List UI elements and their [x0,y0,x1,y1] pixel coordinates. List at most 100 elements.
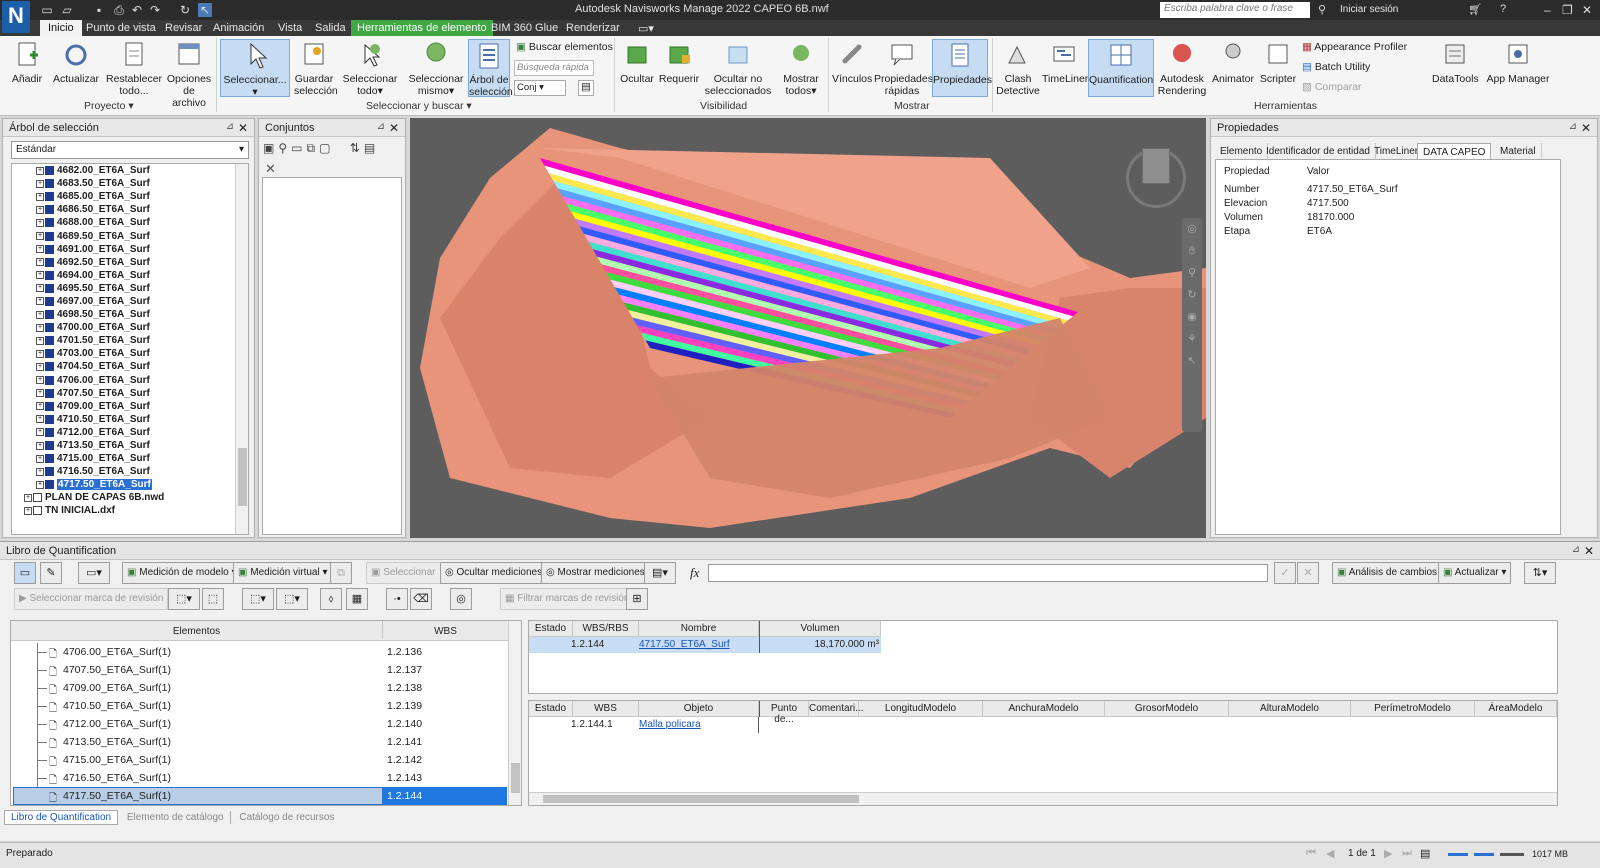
tree-item[interactable]: +4701.50_ET6A_Surf [36,334,248,347]
animator-button[interactable]: Animator [1210,39,1256,85]
expand-icon[interactable]: + [36,441,44,450]
pin-icon[interactable]: ⊿ [226,121,234,132]
show-takeoffs-button[interactable]: ◎ Mostrar mediciones [541,562,650,584]
clash-detective-button[interactable]: Clash Detective [996,39,1040,97]
signin-link[interactable]: Iniciar sesión [1340,4,1398,15]
viewport-3d[interactable]: ◎ ✋︎ ⚲ ↻ ◉ ⚘ ↖ [410,118,1206,538]
markup-settings-icon[interactable]: ⊞ [626,588,648,610]
refresh-button[interactable]: Actualizar [52,39,100,85]
tree-item[interactable]: +4688.00_ET6A_Surf [36,216,248,229]
select-all-button[interactable]: Seleccionar todo▾ [340,39,400,97]
copy-icon[interactable]: ⧉ [330,562,352,584]
next-page-icon[interactable]: ▶ [1384,847,1392,860]
viewcube[interactable] [1142,148,1170,184]
select-markup-button[interactable]: ▶ Seleccionar marca de revisión [14,588,169,610]
tree-item[interactable]: +4700.00_ET6A_Surf [36,321,248,334]
tree-item[interactable]: +4689.50_ET6A_Surf [36,229,248,242]
search-input[interactable]: Escriba palabra clave o frase [1160,2,1310,18]
select-arrow-icon[interactable]: ↖ [198,3,212,17]
expand-icon[interactable]: + [36,258,44,267]
summary-name[interactable]: 4717.50_ET6A_Surf [639,639,730,650]
tab-quantification-workbook[interactable]: Libro de Quantification [4,810,119,825]
folder-icon[interactable]: ▭ [291,141,306,155]
tree-item[interactable]: +4682.00_ET6A_Surf [36,164,248,177]
group-label-seleccionar[interactable]: Seleccionar y buscar ▾ [366,100,472,112]
settings-icon[interactable]: ✎ [40,562,62,584]
expand-icon[interactable]: + [36,362,44,371]
detail-hscrollbar[interactable] [529,792,1557,805]
detail-col-header[interactable]: Punto de... [759,701,809,725]
change-analysis-button[interactable]: ▣ Análisis de cambios ▾ [1332,562,1450,584]
last-page-icon[interactable]: ⏭ [1402,847,1412,860]
detail-col-header[interactable]: WBS [573,701,639,717]
print-icon[interactable]: ⎙ [112,3,126,17]
redo-icon[interactable]: ↷ [148,3,162,17]
file-options-button[interactable]: Opciones de archivo [166,39,212,109]
markup-poly-icon[interactable]: ⬚▾ [276,588,308,610]
app-manager-button[interactable]: App Manager [1486,39,1550,85]
detail-col-header[interactable]: AlturaModelo [1229,701,1351,717]
find-items-button[interactable]: ▣ Buscar elementos [516,41,613,53]
look-icon[interactable]: ◉ [1182,306,1202,328]
expand-icon[interactable]: + [36,349,44,358]
search-set-icon[interactable]: ⚲ [278,141,291,155]
select-button-q[interactable]: ▣ Seleccionar [366,562,441,584]
save-set-icon[interactable]: ▣ [263,141,278,155]
select-button[interactable]: Seleccionar... ▾ [220,39,290,98]
new-file-icon[interactable]: ▭ [40,3,54,17]
tab-inicio[interactable]: Inicio [40,20,82,36]
expand-icon[interactable]: + [36,323,44,332]
expand-icon[interactable]: + [36,402,44,411]
filter-markups-button[interactable]: ▦ Filtrar marcas de revisión [500,588,635,610]
items-scrollbar-thumb[interactable] [511,763,520,793]
expand-icon[interactable]: + [36,415,44,424]
undo-icon[interactable]: ↶ [130,3,144,17]
tree-item[interactable]: +4698.50_ET6A_Surf [36,308,248,321]
export-icon[interactable]: ▤ [364,141,379,155]
expand-icon[interactable]: + [36,232,44,241]
reset-all-button[interactable]: Restablecer todo... [106,39,162,97]
col-wbs[interactable]: WBS [383,621,509,639]
appearance-profiler-button[interactable]: ▦ Appearance Profiler [1302,41,1407,53]
tree-item[interactable]: +4716.50_ET6A_Surf [36,465,248,478]
expand-icon[interactable]: + [36,245,44,254]
expand-icon[interactable]: + [36,179,44,188]
tree-root-item[interactable]: + TN INICIAL.dxf [24,504,248,517]
expand-icon[interactable]: + [36,310,44,319]
compare-button[interactable]: ▧ Comparar [1302,81,1362,93]
tree-item[interactable]: +4712.00_ET6A_Surf [36,426,248,439]
col-status[interactable]: Estado [529,621,573,637]
timeliner-button[interactable]: TimeLiner [1042,39,1088,85]
duplicate-icon[interactable]: ⧉ [306,141,319,155]
tab-salida[interactable]: Salida [315,22,346,34]
tree-item[interactable]: +4694.00_ET6A_Surf [36,269,248,282]
links-button[interactable]: Vínculos [832,39,872,85]
tab-data-capeo[interactable]: DATA CAPEO [1417,143,1492,159]
tree-scrollbar-thumb[interactable] [238,448,247,506]
detail-row[interactable]: 1.2.144.1 Malla policara [529,717,1557,733]
tree-item[interactable]: +4704.50_ET6A_Surf [36,360,248,373]
detail-col-header[interactable]: AnchuraModelo [983,701,1105,717]
tree-root-item[interactable]: + PLAN DE CAPAS 6B.nwd [24,491,248,504]
table-row[interactable]: 🗋︎ 4712.00_ET6A_Surf(1) 1.2.140 [11,715,509,733]
confirm-icon[interactable]: ✓ [1274,562,1296,584]
table-row[interactable]: 🗋︎ 4709.00_ET6A_Surf(1) 1.2.138 [11,679,509,697]
col-elements[interactable]: Elementos [11,621,383,639]
show-all-button[interactable]: Mostrar todos▾ [780,39,822,97]
first-page-icon[interactable]: ⏮ [1306,847,1316,860]
sheet-browser-icon[interactable]: ▤ [1420,847,1430,860]
expand-icon[interactable]: + [36,271,44,280]
expand-icon[interactable]: + [36,297,44,306]
selection-tree-button[interactable]: Árbol de selección [468,39,513,98]
close-icon[interactable]: ✕ [389,121,399,135]
expand-icon[interactable]: + [36,454,44,463]
select-same-button[interactable]: Seleccionar mismo▾ [406,39,466,97]
formula-input[interactable] [708,564,1268,582]
items-scrollbar[interactable] [508,621,521,805]
tree-view-dropdown[interactable]: Estándar ▾ [11,141,249,159]
refresh-icon[interactable]: ↻ [178,3,192,17]
close-icon[interactable]: ✕ [1581,121,1591,135]
minimize-button[interactable]: – [1544,3,1551,17]
tree-item[interactable]: +4691.00_ET6A_Surf [36,243,248,256]
properties-button[interactable]: Propiedades [932,39,992,97]
